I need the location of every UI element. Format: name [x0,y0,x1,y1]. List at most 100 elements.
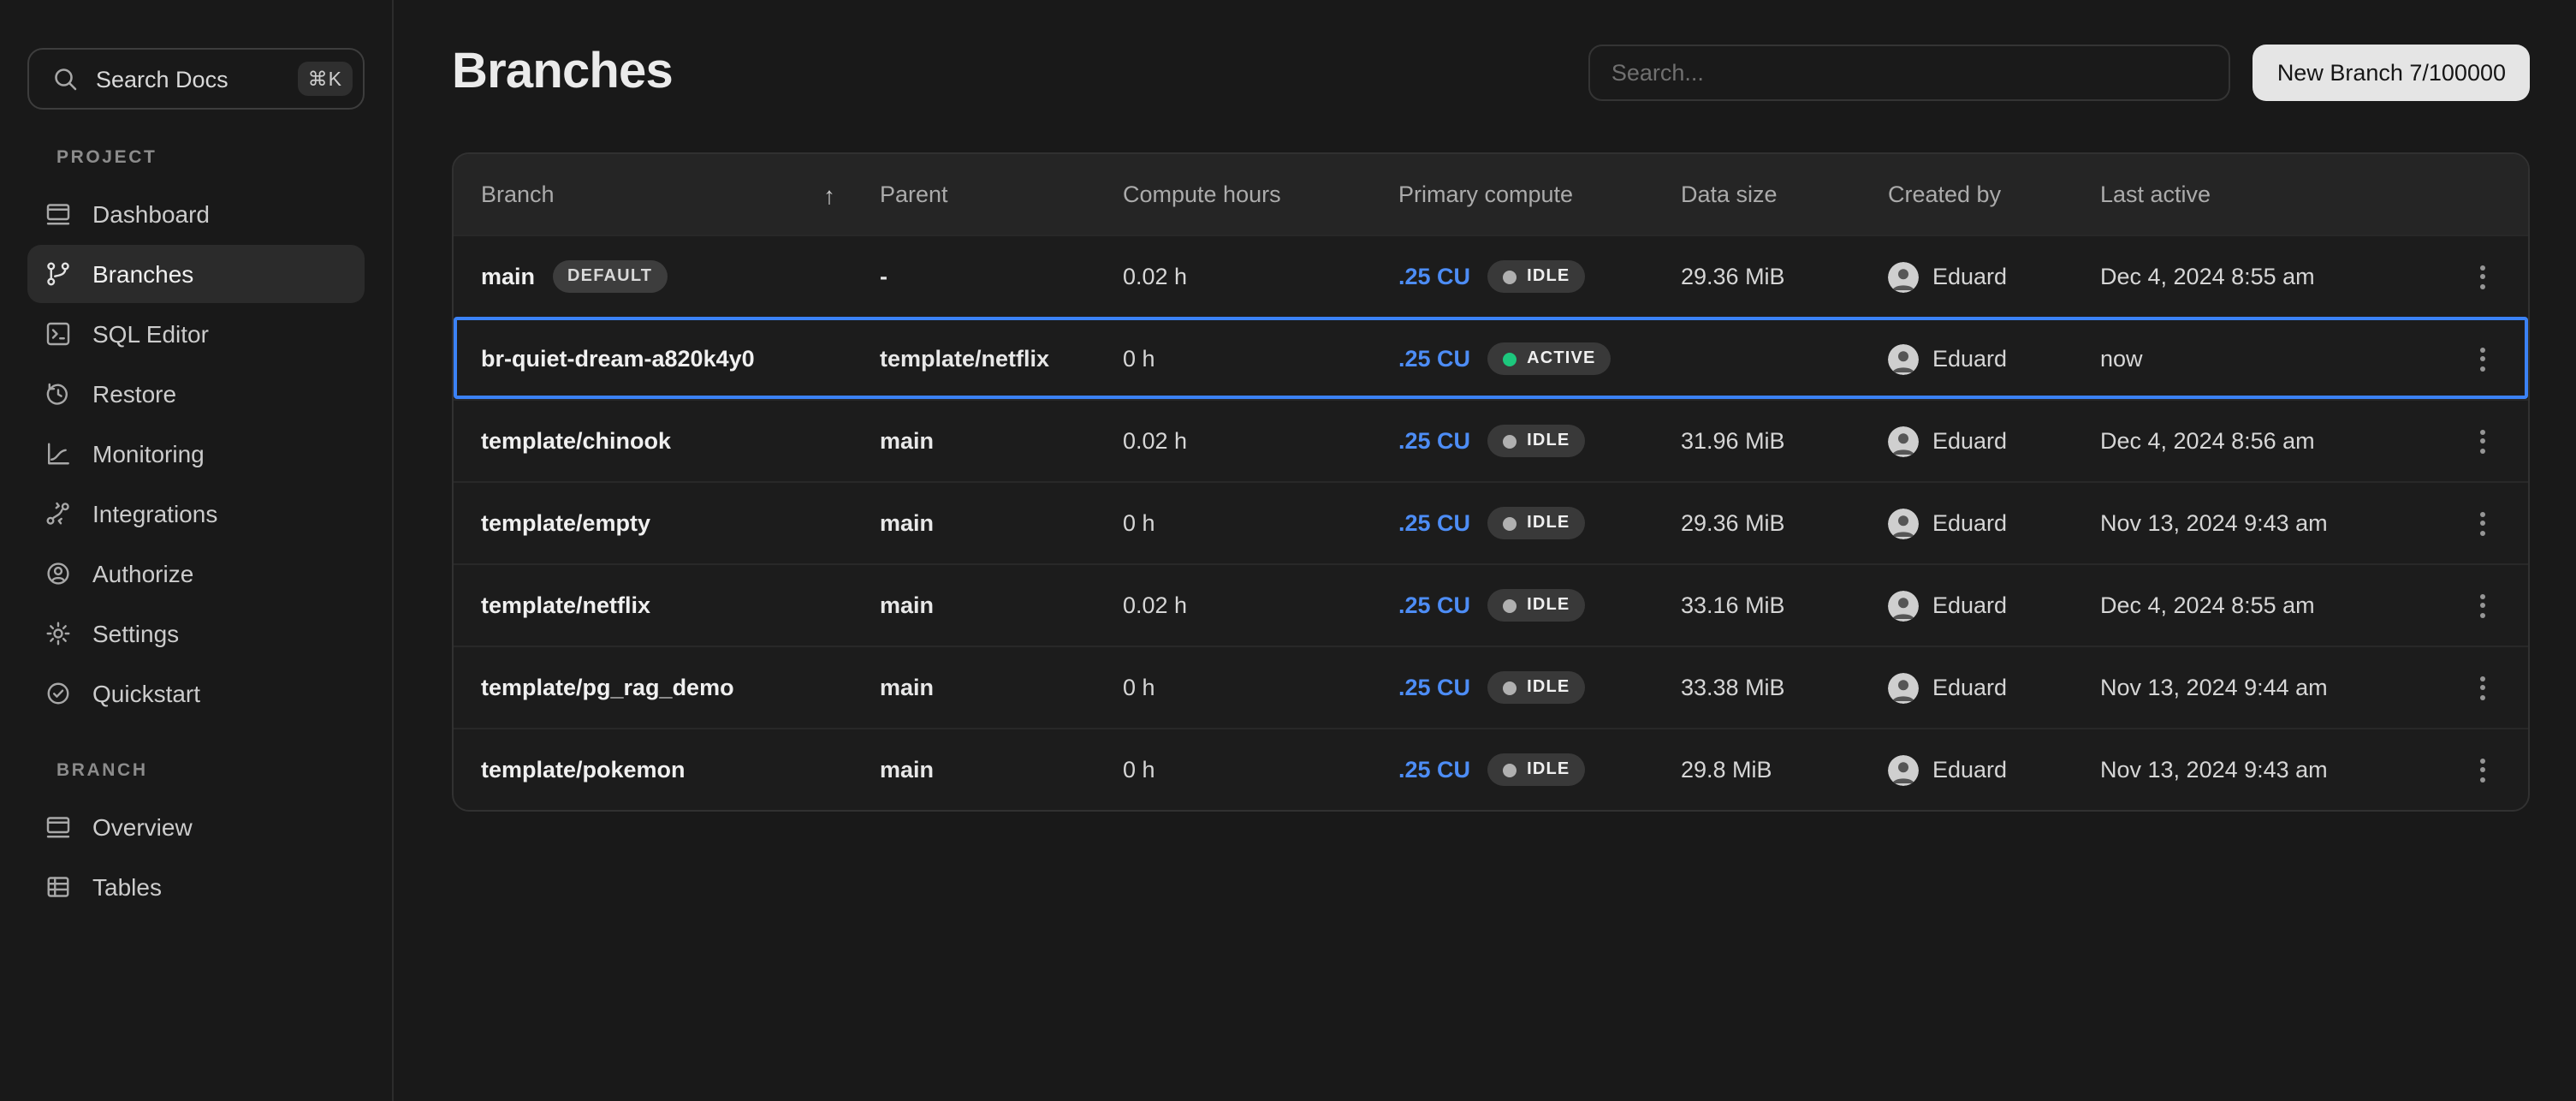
sidebar-item-quickstart[interactable]: Quickstart [27,664,365,723]
table-row[interactable]: mainDEFAULT-0.02 h.25 CUIDLE29.36 MiBEdu… [454,235,2528,317]
sidebar-item-settings[interactable]: Settings [27,604,365,663]
row-menu-button[interactable] [2470,419,2496,463]
compute-units-link[interactable]: .25 CU [1398,592,1470,618]
row-menu-button[interactable] [2470,747,2496,792]
sidebar-item-integrations[interactable]: Integrations [27,485,365,543]
tables-icon [43,872,74,902]
data-size-cell: 29.8 MiB [1681,757,1888,783]
parent-cell: template/netflix [880,346,1123,372]
status-badge: IDLE [1487,753,1585,786]
branch-search-input[interactable] [1589,44,2231,100]
shortcut-badge: ⌘K [298,62,353,96]
compute-units-link[interactable]: .25 CU [1398,428,1470,454]
avatar [1888,343,1919,374]
new-branch-button[interactable]: New Branch 7/100000 [2253,44,2530,100]
compute-units-link[interactable]: .25 CU [1398,510,1470,536]
search-docs-label: Search Docs [96,66,282,92]
column-header-last-active: Last active [2100,182,2451,207]
compute-units-link[interactable]: .25 CU [1398,264,1470,289]
table-row[interactable]: template/emptymain0 h.25 CUIDLE29.36 MiB… [454,481,2528,563]
created-by-cell: Eduard [1888,508,2100,539]
header-actions: New Branch 7/100000 [1589,44,2530,100]
parent-cell: main [880,592,1123,618]
created-by-cell: Eduard [1888,343,2100,374]
branch-name: template/empty [481,510,650,536]
status-dot-icon [1503,270,1517,283]
status-badge: ACTIVE [1487,342,1611,375]
last-active-cell: Dec 4, 2024 8:56 am [2100,428,2451,454]
sidebar-item-overview[interactable]: Overview [27,798,365,856]
sidebar-item-dashboard[interactable]: Dashboard [27,185,365,243]
status-badge: IDLE [1487,671,1585,704]
creator-name: Eduard [1932,510,2007,536]
monitoring-icon [43,438,74,469]
sidebar-item-label: Integrations [92,500,217,527]
section-label: PROJECT [56,147,365,168]
parent-name: main [880,510,934,536]
sidebar-item-label: Tables [92,873,162,901]
column-header-created-by: Created by [1888,182,2100,207]
avatar [1888,426,1919,456]
page-title: Branches [452,44,673,100]
table-header-row: Branch↑ParentCompute hoursPrimary comput… [454,154,2528,235]
avatar [1888,672,1919,703]
settings-icon [43,618,74,649]
avatar [1888,508,1919,539]
primary-compute-cell: .25 CU IDLE [1398,589,1681,622]
status-badge: IDLE [1487,260,1585,293]
compute-units-link[interactable]: .25 CU [1398,346,1470,372]
branch-name: br-quiet-dream-a820k4y0 [481,346,755,372]
primary-compute-cell: .25 CU IDLE [1398,753,1681,786]
branches-table: Branch↑ParentCompute hoursPrimary comput… [452,152,2530,812]
compute-hours-cell: 0.02 h [1123,592,1398,618]
branch-cell: template/pg_rag_demo [454,675,880,700]
table-row[interactable]: template/pokemonmain0 h.25 CUIDLE29.8 Mi… [454,728,2528,810]
compute-hours-cell: 0 h [1123,510,1398,536]
table-row[interactable]: template/chinookmain0.02 h.25 CUIDLE31.9… [454,399,2528,481]
table-row[interactable]: template/pg_rag_demomain0 h.25 CUIDLE33.… [454,646,2528,728]
sql-editor-icon [43,318,74,349]
parent-name: main [880,757,934,783]
search-docs-button[interactable]: Search Docs ⌘K [27,48,365,110]
created-by-cell: Eduard [1888,754,2100,785]
row-menu-button[interactable] [2470,501,2496,545]
status-badge: IDLE [1487,589,1585,622]
sort-arrow-icon[interactable]: ↑ [823,181,835,208]
last-active-cell: Nov 13, 2024 9:43 am [2100,510,2451,536]
row-menu-button[interactable] [2470,665,2496,710]
compute-hours-cell: 0 h [1123,346,1398,372]
last-active-cell: now [2100,346,2451,372]
parent-name: main [880,675,934,700]
branches-icon [43,259,74,289]
compute-units-link[interactable]: .25 CU [1398,757,1470,783]
parent-cell: - [880,264,1123,289]
sidebar-item-label: SQL Editor [92,320,209,348]
branch-name: template/chinook [481,428,671,454]
row-menu-button[interactable] [2470,336,2496,381]
row-menu-button[interactable] [2470,254,2496,299]
created-by-cell: Eduard [1888,590,2100,621]
compute-hours-cell: 0.02 h [1123,428,1398,454]
sidebar-item-authorize[interactable]: Authorize [27,545,365,603]
table-row[interactable]: br-quiet-dream-a820k4y0 template/netflix0… [454,317,2528,399]
sidebar-item-label: Quickstart [92,680,200,707]
avatar [1888,754,1919,785]
branch-cell: mainDEFAULT [454,260,880,293]
creator-name: Eduard [1932,757,2007,783]
sidebar-item-label: Branches [92,260,193,288]
sidebar-item-branches[interactable]: Branches [27,245,365,303]
sidebar-item-label: Overview [92,813,193,841]
parent-cell: main [880,757,1123,783]
table-row[interactable]: template/netflixmain0.02 h.25 CUIDLE33.1… [454,563,2528,646]
sidebar-item-monitoring[interactable]: Monitoring [27,425,365,483]
creator-name: Eduard [1932,428,2007,454]
row-menu-button[interactable] [2470,583,2496,628]
sidebar-item-label: Authorize [92,560,193,587]
sidebar-item-restore[interactable]: Restore [27,365,365,423]
sidebar-item-sql-editor[interactable]: SQL Editor [27,305,365,363]
sidebar-item-tables[interactable]: Tables [27,858,365,916]
column-header-branch[interactable]: Branch↑ [454,181,880,208]
parent-name: main [880,592,934,618]
column-header-compute-hours: Compute hours [1123,182,1398,207]
compute-units-link[interactable]: .25 CU [1398,675,1470,700]
